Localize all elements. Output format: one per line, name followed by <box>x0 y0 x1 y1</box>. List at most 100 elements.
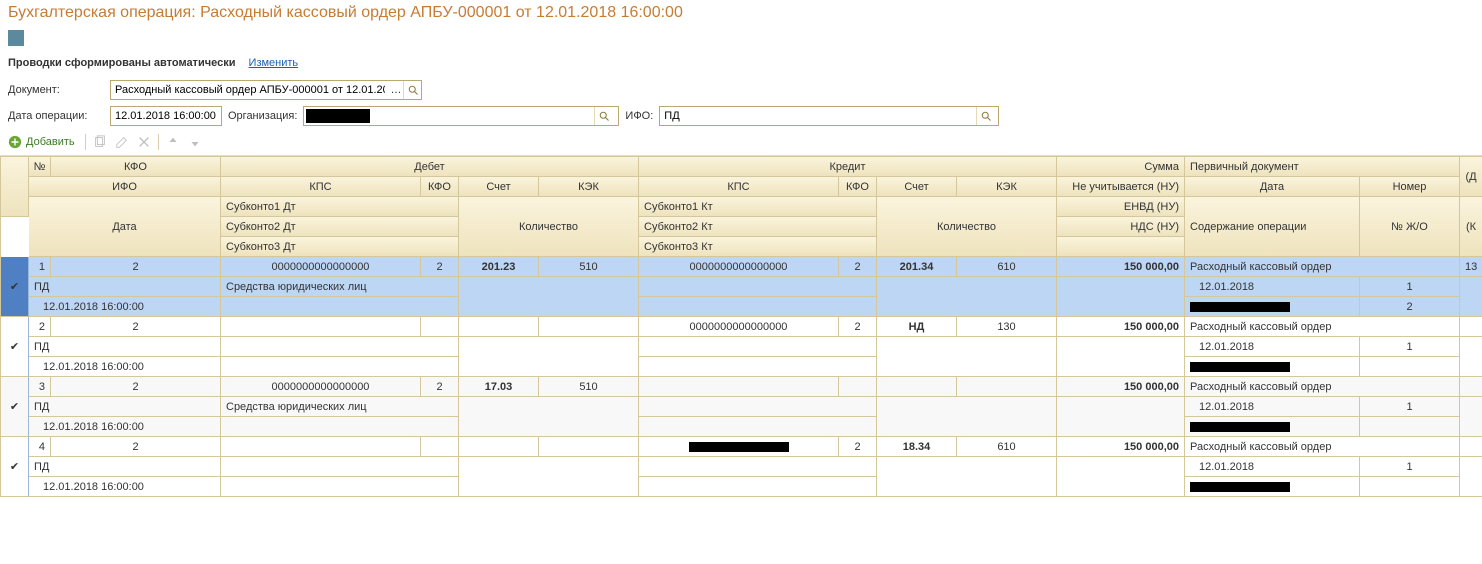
col-sub1k[interactable]: Субконто1 Кт <box>639 197 877 217</box>
row-acct-d <box>459 437 539 457</box>
col-acct-k[interactable]: Счет <box>877 177 957 197</box>
move-up-icon[interactable] <box>165 134 181 150</box>
row-kfo-k: 2 <box>839 317 877 337</box>
row-sub1d <box>221 337 459 357</box>
col-content[interactable]: Содержание операции <box>1185 197 1360 257</box>
plus-icon <box>8 135 22 149</box>
row-qty-k <box>877 457 1057 497</box>
row-number: 1 <box>1360 397 1460 417</box>
col-ifo[interactable]: ИФО <box>29 177 221 197</box>
row-flags <box>1057 457 1185 497</box>
col-qty-d[interactable]: Количество <box>459 197 639 257</box>
row-sum: 150 000,00 <box>1057 257 1185 277</box>
save-icon[interactable] <box>8 30 24 46</box>
row-flags <box>1057 397 1185 437</box>
col-debit[interactable]: Дебет <box>221 157 639 177</box>
col-kfo-k[interactable]: КФО <box>839 177 877 197</box>
search-icon[interactable] <box>594 107 612 125</box>
table-row[interactable]: ✔2200000000000000002НД130150 000,00Расхо… <box>0 317 1482 377</box>
row-kps-k: 0000000000000000 <box>639 317 839 337</box>
row-sub2k <box>639 417 877 437</box>
row-date: 12.01.2018 <box>1185 277 1360 297</box>
table-row[interactable]: ✔1200000000000000002201.2351000000000000… <box>0 257 1482 317</box>
col-primary-doc[interactable]: Первичный документ <box>1185 157 1460 177</box>
row-num: 4 <box>29 437 51 457</box>
col-k[interactable]: (К <box>1460 197 1482 257</box>
dots-icon[interactable]: … <box>389 84 403 96</box>
row-kfo: 2 <box>51 437 221 457</box>
col-d[interactable]: (Д <box>1460 157 1482 197</box>
col-kfo-d[interactable]: КФО <box>421 177 459 197</box>
col-ne-uch[interactable]: Не учитывается (НУ) <box>1057 177 1185 197</box>
ifo-field[interactable] <box>660 108 976 124</box>
row-qty-d <box>459 337 639 377</box>
change-link[interactable]: Изменить <box>249 57 299 69</box>
col-qty-k[interactable]: Количество <box>877 197 1057 257</box>
col-kps-d[interactable]: КПС <box>221 177 421 197</box>
col-jo[interactable]: № Ж/О <box>1360 197 1460 257</box>
row-datetime: 12.01.2018 16:00:00 <box>29 417 221 437</box>
col-number[interactable]: Номер <box>1360 177 1460 197</box>
row-acct-k: 18.34 <box>877 437 957 457</box>
row-extra <box>1460 317 1482 337</box>
checkmark-icon: ✔ <box>1 437 29 497</box>
checkmark-icon: ✔ <box>1 377 29 437</box>
delete-icon[interactable] <box>136 134 152 150</box>
col-kek-d[interactable]: КЭК <box>539 177 639 197</box>
edit-icon[interactable] <box>114 134 130 150</box>
row-kps-d <box>221 437 421 457</box>
col-sub1d[interactable]: Субконто1 Дт <box>221 197 459 217</box>
col-nds[interactable]: НДС (НУ) <box>1057 217 1185 237</box>
move-down-icon[interactable] <box>187 134 203 150</box>
col-kps-k[interactable]: КПС <box>639 177 839 197</box>
page-title: Бухгалтерская операция: Расходный кассов… <box>0 0 1482 28</box>
row-kek-k <box>957 377 1057 397</box>
col-acct-d[interactable]: Счет <box>459 177 539 197</box>
document-field[interactable] <box>111 82 389 98</box>
row-extra2 <box>1460 277 1482 317</box>
row-date: 12.01.2018 <box>1185 457 1360 477</box>
copy-icon[interactable] <box>92 134 108 150</box>
col-date2[interactable]: Дата <box>29 197 221 257</box>
col-sum[interactable]: Сумма <box>1057 157 1185 177</box>
row-content <box>1185 297 1360 317</box>
row-sub1k <box>639 397 877 417</box>
row-extra2 <box>1460 457 1482 497</box>
row-date: 12.01.2018 <box>1185 397 1360 417</box>
col-sub2d[interactable]: Субконто2 Дт <box>221 217 459 237</box>
row-kek-d: 510 <box>539 257 639 277</box>
search-icon[interactable] <box>976 107 994 125</box>
ifo-label: ИФО: <box>625 110 653 122</box>
row-content <box>1185 417 1360 437</box>
op-date-field[interactable] <box>111 108 221 124</box>
search-icon[interactable] <box>403 81 421 99</box>
row-kek-d <box>539 437 639 457</box>
row-extra <box>1460 377 1482 397</box>
row-kfo: 2 <box>51 377 221 397</box>
col-sub3d[interactable]: Субконто3 Дт <box>221 237 459 257</box>
col-envd[interactable]: ЕНВД (НУ) <box>1057 197 1185 217</box>
row-num: 3 <box>29 377 51 397</box>
row-ifo: ПД <box>29 277 221 297</box>
col-blank <box>1057 237 1185 257</box>
add-button[interactable]: Добавить <box>4 133 79 151</box>
row-sub2d <box>221 357 459 377</box>
row-ifo: ПД <box>29 337 221 357</box>
col-kek-k[interactable]: КЭК <box>957 177 1057 197</box>
row-acct-d: 17.03 <box>459 377 539 397</box>
col-credit[interactable]: Кредит <box>639 157 1057 177</box>
row-kps-k <box>639 377 839 397</box>
table-row[interactable]: ✔42218.34610150 000,00Расходный кассовый… <box>0 437 1482 497</box>
col-date[interactable]: Дата <box>1185 177 1360 197</box>
col-kfo[interactable]: КФО <box>51 157 221 177</box>
col-sub2k[interactable]: Субконто2 Кт <box>639 217 877 237</box>
table-row[interactable]: ✔320000000000000000217.03510150 000,00Ра… <box>0 377 1482 437</box>
checkmark-icon: ✔ <box>1 257 29 317</box>
col-num[interactable]: № <box>29 157 51 177</box>
row-extra2 <box>1460 337 1482 377</box>
row-flags <box>1057 277 1185 317</box>
row-jo <box>1360 477 1460 497</box>
row-qty-k <box>877 397 1057 437</box>
row-ifo: ПД <box>29 457 221 477</box>
col-sub3k[interactable]: Субконто3 Кт <box>639 237 877 257</box>
